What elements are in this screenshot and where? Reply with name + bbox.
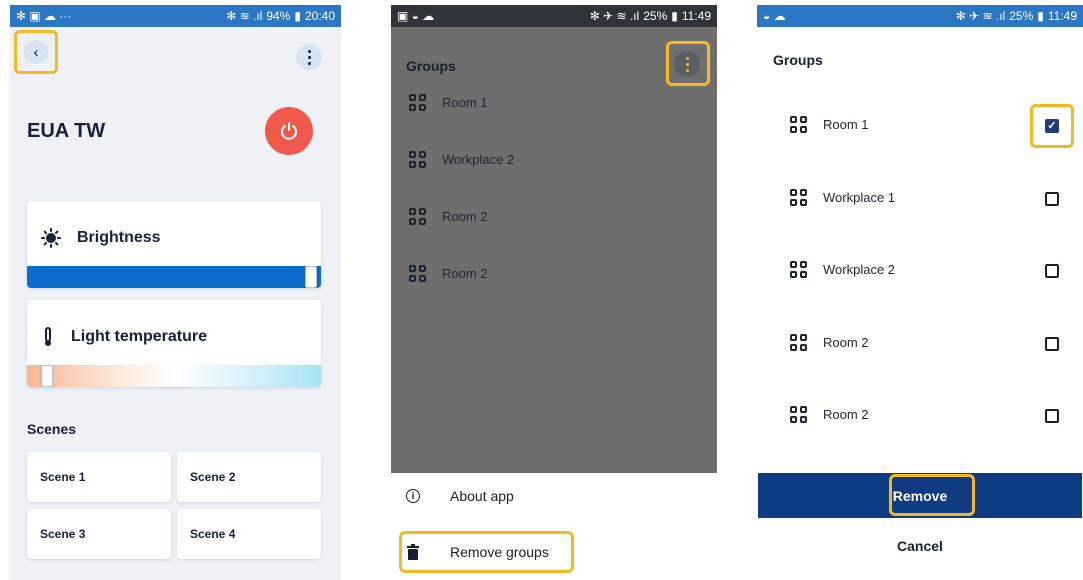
group-icon bbox=[790, 261, 807, 278]
thermometer-icon bbox=[45, 327, 51, 346]
group-list-item[interactable]: Room 2 bbox=[409, 265, 488, 282]
group-label: Room 2 bbox=[823, 407, 869, 422]
temperature-card: Light temperature bbox=[27, 300, 321, 387]
group-label: Room 1 bbox=[823, 117, 869, 132]
group-checkbox[interactable] bbox=[1045, 192, 1059, 206]
battery-icon: ▮ bbox=[1037, 9, 1044, 23]
group-label: Room 2 bbox=[823, 335, 869, 350]
sun-icon bbox=[41, 228, 61, 248]
scene-button[interactable]: Scene 4 bbox=[177, 509, 321, 559]
page-title: Groups bbox=[406, 58, 456, 74]
battery-icon: ▮ bbox=[671, 9, 678, 23]
signal-icon: ✻ ≋ .ıl bbox=[226, 9, 263, 23]
highlight-menu bbox=[666, 41, 710, 86]
device-detail-screen: ✻ ▣ ☁ ··· ✻ ≋ .ıl 94% ▮ 20:40 ‹ EUA TW B… bbox=[10, 5, 341, 580]
group-label: Workplace 2 bbox=[823, 262, 896, 277]
status-left-icons: ◒ ☁ bbox=[763, 9, 786, 23]
groups-menu-screen: ▣ ◒ ☁ ✻ ✈ ≋ .ıl 25% ▮ 11:49 Groups Room … bbox=[391, 5, 717, 580]
temperature-slider[interactable] bbox=[27, 365, 321, 387]
group-checkbox[interactable] bbox=[1045, 409, 1059, 423]
signal-icon: ✻ ✈ ≋ .ıl bbox=[589, 9, 640, 23]
power-icon bbox=[281, 122, 297, 140]
scene-button[interactable]: Scene 2 bbox=[177, 452, 321, 502]
brightness-slider[interactable] bbox=[27, 266, 321, 288]
status-time: 11:49 bbox=[1047, 9, 1077, 23]
brightness-label: Brightness bbox=[77, 229, 161, 246]
group-label: Room 2 bbox=[442, 266, 488, 281]
group-checkbox[interactable] bbox=[1045, 264, 1059, 278]
group-icon bbox=[409, 151, 426, 168]
group-icon bbox=[409, 265, 426, 282]
scenes-header: Scenes bbox=[27, 421, 77, 437]
group-label: Workplace 1 bbox=[823, 190, 896, 205]
group-list-item[interactable]: Workplace 2 bbox=[409, 151, 514, 168]
brightness-card: Brightness bbox=[27, 201, 321, 288]
status-bar: ◒ ☁ ✻ ✈ ≋ .ıl 25% ▮ 11:49 bbox=[757, 5, 1083, 27]
group-icon bbox=[790, 334, 807, 351]
group-icon bbox=[409, 94, 426, 111]
group-list-item[interactable]: Room 1 bbox=[790, 116, 869, 133]
device-title: EUA TW bbox=[27, 120, 106, 142]
status-left-icons: ▣ ◒ ☁ bbox=[397, 9, 435, 23]
menu-item-label: About app bbox=[450, 488, 514, 504]
temperature-slider-thumb[interactable] bbox=[41, 365, 53, 387]
battery-percent: 25% bbox=[1009, 9, 1034, 23]
signal-icon: ✻ ✈ ≋ .ıl bbox=[955, 9, 1006, 23]
overflow-menu-button[interactable] bbox=[296, 44, 322, 70]
highlight-back bbox=[14, 30, 58, 74]
group-list-item[interactable]: Workplace 1 bbox=[790, 189, 895, 206]
group-list-item[interactable]: Room 2 bbox=[790, 406, 869, 423]
battery-percent: 94% bbox=[266, 9, 291, 23]
group-icon bbox=[790, 189, 807, 206]
status-bar: ▣ ◒ ☁ ✻ ✈ ≋ .ıl 25% ▮ 11:49 bbox=[391, 5, 717, 27]
battery-percent: 25% bbox=[643, 9, 668, 23]
battery-icon: ▮ bbox=[294, 9, 301, 23]
more-vert-icon bbox=[307, 49, 311, 65]
group-label: Workplace 2 bbox=[442, 152, 515, 167]
group-icon bbox=[409, 208, 426, 225]
highlight-remove bbox=[889, 474, 975, 516]
brightness-slider-thumb[interactable] bbox=[305, 266, 317, 288]
status-time: 20:40 bbox=[304, 9, 335, 23]
group-label: Room 1 bbox=[442, 95, 488, 110]
menu-item-about[interactable]: i About app bbox=[406, 488, 514, 504]
group-icon bbox=[790, 406, 807, 423]
group-icon bbox=[790, 116, 807, 133]
status-left-icons: ✻ ▣ ☁ ··· bbox=[16, 9, 72, 23]
remove-groups-screen: ◒ ☁ ✻ ✈ ≋ .ıl 25% ▮ 11:49 Groups Room 1 … bbox=[757, 5, 1083, 580]
scene-button[interactable]: Scene 1 bbox=[27, 452, 171, 502]
scene-button[interactable]: Scene 3 bbox=[27, 509, 171, 559]
status-time: 11:49 bbox=[681, 9, 711, 23]
group-label: Room 2 bbox=[442, 209, 488, 224]
info-icon: i bbox=[406, 489, 420, 503]
group-checkbox[interactable] bbox=[1045, 337, 1059, 351]
status-bar: ✻ ▣ ☁ ··· ✻ ≋ .ıl 94% ▮ 20:40 bbox=[10, 5, 341, 27]
highlight-remove-groups bbox=[399, 531, 574, 573]
group-list-item[interactable]: Room 2 bbox=[409, 208, 488, 225]
power-button[interactable] bbox=[265, 107, 313, 155]
page-title: Groups bbox=[773, 52, 823, 68]
group-list-item[interactable]: Room 2 bbox=[790, 334, 869, 351]
cancel-button[interactable]: Cancel bbox=[757, 538, 1083, 554]
group-list-item[interactable]: Workplace 2 bbox=[790, 261, 895, 278]
group-list-item[interactable]: Room 1 bbox=[409, 94, 488, 111]
highlight-checkbox bbox=[1030, 104, 1074, 148]
temperature-label: Light temperature bbox=[71, 328, 208, 345]
